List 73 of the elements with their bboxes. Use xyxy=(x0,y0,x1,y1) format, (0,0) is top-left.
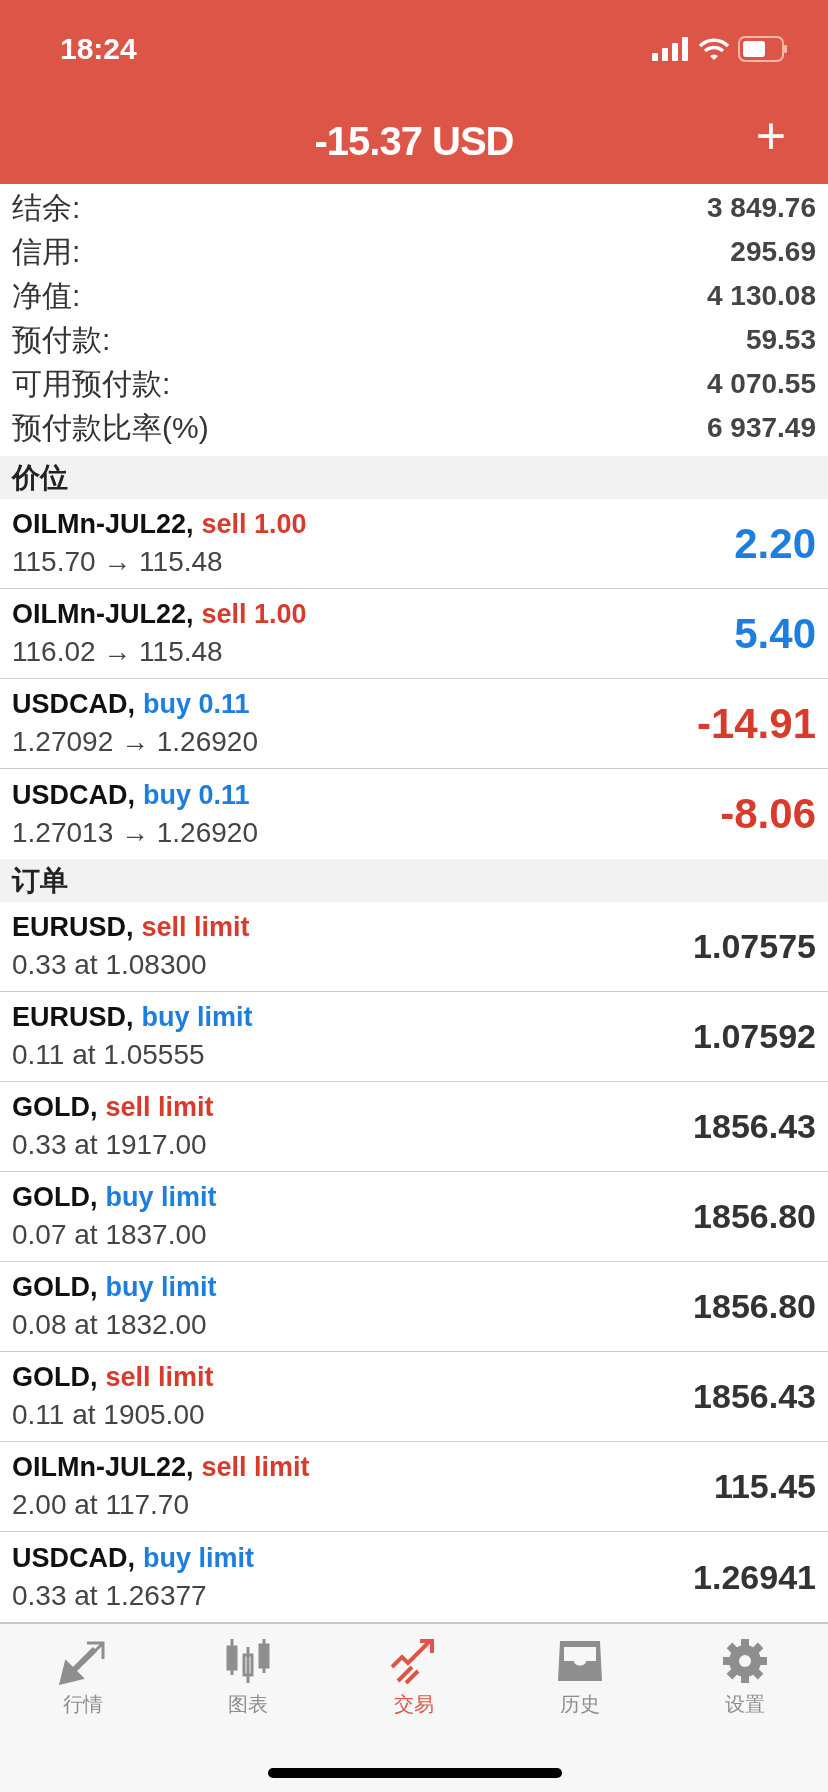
section-header: 订单 xyxy=(0,859,828,902)
tab-button[interactable]: 行情 xyxy=(0,1636,166,1719)
order-type-text: buy limit xyxy=(141,1002,253,1033)
order-type-text: buy limit xyxy=(105,1272,217,1303)
order-type-text: sell limit xyxy=(141,912,250,943)
summary-label: 结余: xyxy=(12,189,81,226)
battery-icon xyxy=(738,36,788,62)
tab-button[interactable]: 交易 xyxy=(331,1636,497,1719)
equity-title: -15.37 USD xyxy=(314,118,514,164)
symbol-text: USDCAD, xyxy=(12,1542,135,1574)
price-value: 1.07592 xyxy=(693,1017,816,1056)
order-type-text: sell limit xyxy=(105,1362,214,1393)
price-detail-text: 1.27013 → 1.26920 xyxy=(12,816,258,849)
add-button[interactable]: + xyxy=(749,110,792,162)
order-type-text: buy limit xyxy=(105,1182,217,1213)
status-time: 18:24 xyxy=(60,32,137,66)
order-type-text: sell limit xyxy=(201,1452,310,1483)
symbol-text: OILMn-JUL22, xyxy=(12,1452,194,1483)
price-value: 1.26941 xyxy=(693,1557,816,1597)
summary-value: 59.53 xyxy=(745,324,816,356)
price-value: 1.07575 xyxy=(693,927,816,966)
section-header: 价位 xyxy=(0,456,828,499)
summary-label: 预付款: xyxy=(12,321,111,358)
price-value: 1856.43 xyxy=(693,1107,816,1146)
summary-label: 净值: xyxy=(12,277,81,314)
summary-label: 信用: xyxy=(12,233,81,270)
summary-value: 4 070.55 xyxy=(707,368,816,400)
summary-value: 295.69 xyxy=(730,236,816,268)
price-detail-text: 116.02 → 115.48 xyxy=(12,636,224,668)
price-value: 1856.80 xyxy=(693,1287,816,1326)
symbol-text: OILMn-JUL22, xyxy=(12,509,194,540)
symbol-text: EURUSD, xyxy=(12,1002,134,1033)
summary-value: 6 937.49 xyxy=(707,412,816,444)
price-value: 5.40 xyxy=(734,609,816,658)
wifi-icon xyxy=(698,37,730,61)
order-type-text: buy limit xyxy=(143,1542,255,1574)
order-type-text: buy 0.11 xyxy=(143,689,250,720)
price-detail-text: 0.08 at 1832.00 xyxy=(12,1309,208,1341)
price-detail-text: 115.70 → 115.48 xyxy=(12,546,224,578)
price-detail-text: 0.11 at 1.05555 xyxy=(12,1039,206,1071)
price-detail-text: 0.11 at 1905.00 xyxy=(12,1399,206,1431)
summary-label: 预付款比率(%) xyxy=(12,409,209,446)
symbol-text: GOLD, xyxy=(12,1272,98,1303)
price-value: 1856.43 xyxy=(693,1377,816,1416)
summary-value: 4 130.08 xyxy=(707,280,816,312)
price-detail-text: 0.33 at 1.26377 xyxy=(12,1579,208,1612)
price-value: 1856.80 xyxy=(693,1197,816,1236)
symbol-text: GOLD, xyxy=(12,1092,98,1123)
symbol-text: OILMn-JUL22, xyxy=(12,599,194,630)
summary-label: 可用预付款: xyxy=(12,365,171,402)
symbol-text: USDCAD, xyxy=(12,689,135,720)
price-value: 2.20 xyxy=(734,519,816,568)
symbol-text: USDCAD, xyxy=(12,779,135,811)
tab-button[interactable]: 图表 xyxy=(165,1636,332,1719)
price-value: -8.06 xyxy=(720,790,816,838)
price-detail-text: 1.27092 → 1.26920 xyxy=(12,726,258,758)
price-detail-text: 2.00 at 117.70 xyxy=(12,1489,190,1521)
order-type-text: sell limit xyxy=(105,1092,214,1123)
tab-button[interactable]: 设置 xyxy=(662,1636,828,1719)
summary-value: 3 849.76 xyxy=(707,192,816,224)
order-type-text: sell 1.00 xyxy=(201,509,307,540)
price-detail-text: 0.33 at 1917.00 xyxy=(12,1129,208,1161)
symbol-text: GOLD, xyxy=(12,1182,98,1213)
order-type-text: sell 1.00 xyxy=(201,599,307,630)
symbol-text: GOLD, xyxy=(12,1362,98,1393)
signal-icon xyxy=(652,37,690,61)
symbol-text: EURUSD, xyxy=(12,912,134,943)
order-type-text: buy 0.11 xyxy=(143,779,250,811)
price-detail-text: 0.33 at 1.08300 xyxy=(12,949,208,981)
price-value: -14.91 xyxy=(696,699,816,748)
price-detail-text: 0.07 at 1837.00 xyxy=(12,1219,208,1251)
price-value: 115.45 xyxy=(713,1467,816,1506)
tab-button[interactable]: 历史 xyxy=(496,1636,663,1719)
